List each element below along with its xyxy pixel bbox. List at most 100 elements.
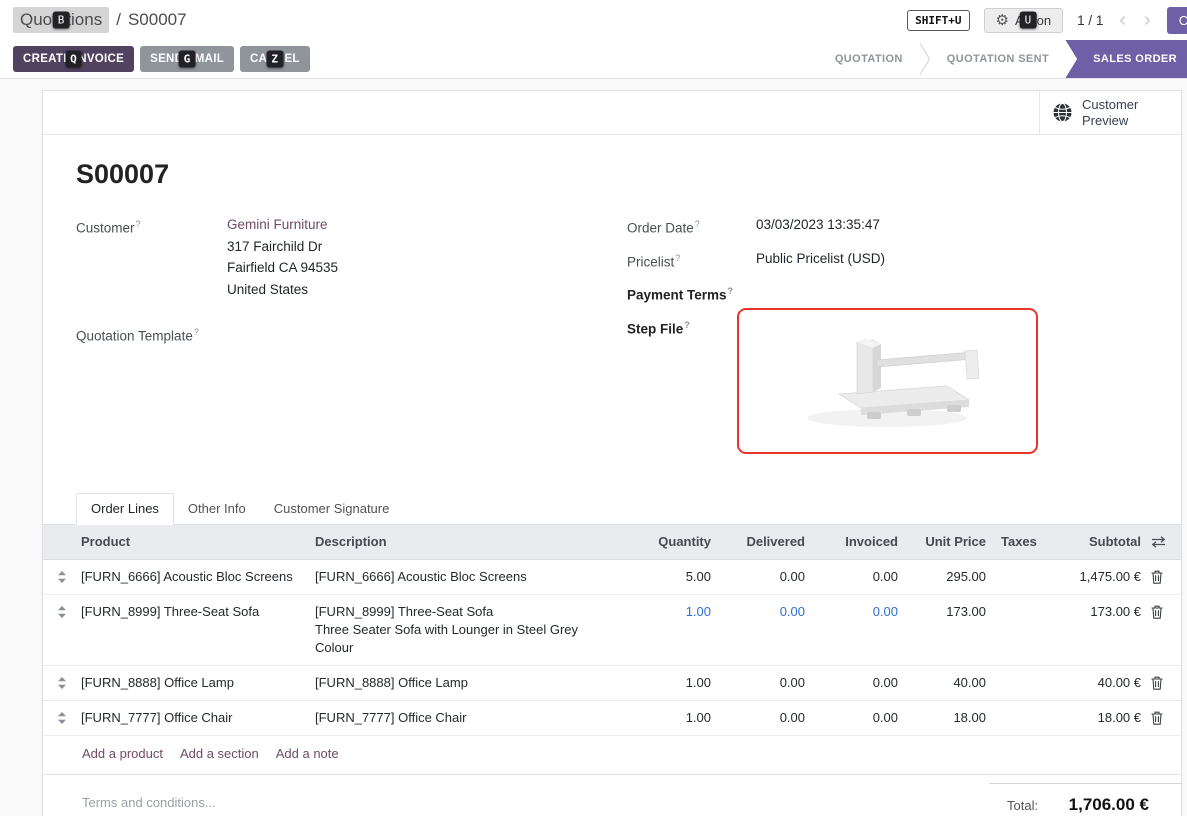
step-file-3d-render: [777, 326, 997, 436]
customer-link[interactable]: Gemini Furniture: [227, 217, 328, 232]
form-right-column: Order Date? 03/03/2023 13:35:47 Pricelis…: [627, 214, 1148, 463]
main-content: Customer Preview S00007 Customer? Gemini…: [0, 79, 1187, 816]
sheet-body: S00007 Customer? Gemini Furniture 317 Fa…: [43, 135, 1181, 463]
cell-invoiced[interactable]: 0.00: [805, 595, 898, 665]
cell-description[interactable]: [FURN_8999] Three-Seat Sofa Three Seater…: [315, 595, 625, 665]
field-pricelist: Pricelist? Public Pricelist (USD): [627, 248, 1148, 273]
header-delivered[interactable]: Delivered: [711, 525, 805, 559]
cell-description[interactable]: [FURN_6666] Acoustic Bloc Screens: [315, 560, 625, 594]
cell-description[interactable]: [FURN_8888] Office Lamp: [315, 666, 625, 700]
cell-taxes[interactable]: [986, 560, 1041, 594]
add-note-link[interactable]: Add a note: [276, 746, 339, 761]
cell-delivered[interactable]: 0.00: [711, 595, 805, 665]
add-section-link[interactable]: Add a section: [180, 746, 259, 761]
status-step-quotation-sent[interactable]: QUOTATION SENT: [931, 40, 1065, 79]
step-file-label-text: Step File: [627, 321, 683, 336]
cell-product[interactable]: [FURN_8888] Office Lamp: [81, 666, 315, 700]
optional-columns-button[interactable]: [1141, 525, 1183, 559]
drag-handle-icon[interactable]: [43, 560, 81, 594]
cell-unit-price[interactable]: 173.00: [898, 595, 986, 665]
cell-description[interactable]: [FURN_7777] Office Chair: [315, 701, 625, 735]
cell-quantity[interactable]: 1.00: [625, 666, 711, 700]
status-step-quotation[interactable]: QUOTATION: [819, 40, 919, 79]
optional-columns-icon: [1151, 536, 1166, 548]
breadcrumb: Quotations B / S00007: [13, 7, 187, 33]
pager-next-button[interactable]: ›: [1142, 10, 1153, 30]
delete-line-button[interactable]: [1141, 666, 1183, 700]
drag-handle-icon[interactable]: [43, 595, 81, 665]
help-marker: ?: [695, 219, 700, 229]
cell-invoiced[interactable]: 0.00: [805, 560, 898, 594]
send-email-button[interactable]: SEND EMAIL G: [140, 46, 234, 72]
customer-value: Gemini Furniture 317 Fairchild Dr Fairfi…: [227, 214, 338, 300]
table-row[interactable]: [FURN_6666] Acoustic Bloc Screens [FURN_…: [43, 560, 1181, 595]
action-buttons: CREATE INVOICE Q SEND EMAIL G CANCEL Z: [13, 46, 310, 72]
cell-invoiced[interactable]: 0.00: [805, 666, 898, 700]
header-unit-price[interactable]: Unit Price: [898, 525, 986, 559]
table-row[interactable]: [FURN_8999] Three-Seat Sofa [FURN_8999] …: [43, 595, 1181, 666]
cell-subtotal: 18.00 €: [1041, 701, 1141, 735]
customer-address-line: 317 Fairchild Dr: [227, 236, 338, 258]
cell-unit-price[interactable]: 18.00: [898, 701, 986, 735]
globe-icon: [1052, 102, 1073, 123]
header-description[interactable]: Description: [315, 525, 625, 559]
cell-unit-price[interactable]: 40.00: [898, 666, 986, 700]
shortcut-badge-g: G: [179, 51, 196, 68]
order-date-value[interactable]: 03/03/2023 13:35:47: [756, 214, 880, 239]
header-quantity[interactable]: Quantity: [625, 525, 711, 559]
form-fields: Customer? Gemini Furniture 317 Fairchild…: [76, 214, 1148, 463]
shortcut-badge-q: Q: [65, 51, 82, 68]
create-invoice-button[interactable]: CREATE INVOICE Q: [13, 46, 134, 72]
step-file-image[interactable]: [737, 308, 1038, 454]
cancel-button[interactable]: CANCEL Z: [240, 46, 310, 72]
tab-order-lines[interactable]: Order Lines: [76, 493, 174, 525]
breadcrumb-separator: /: [116, 10, 121, 30]
breadcrumb-quotations[interactable]: Quotations B: [13, 7, 109, 33]
cell-delivered[interactable]: 0.00: [711, 701, 805, 735]
cell-quantity[interactable]: 1.00: [625, 701, 711, 735]
cell-taxes[interactable]: [986, 701, 1041, 735]
action-menu-button[interactable]: ⚙ Action U: [984, 8, 1064, 33]
cell-unit-price[interactable]: 295.00: [898, 560, 986, 594]
pricelist-value[interactable]: Public Pricelist (USD): [756, 248, 885, 273]
action-bar: CREATE INVOICE Q SEND EMAIL G CANCEL Z Q…: [0, 40, 1187, 79]
statusbar: QUOTATION QUOTATION SENT SALES ORDER: [819, 40, 1187, 79]
pager-previous-button[interactable]: ‹: [1117, 10, 1128, 30]
shortcut-badge-b: B: [53, 12, 70, 29]
cell-quantity[interactable]: 1.00: [625, 595, 711, 665]
delete-line-button[interactable]: [1141, 701, 1183, 735]
tab-customer-signature[interactable]: Customer Signature: [260, 494, 404, 524]
header-invoiced[interactable]: Invoiced: [805, 525, 898, 559]
cell-product[interactable]: [FURN_8999] Three-Seat Sofa: [81, 595, 315, 665]
drag-handle-icon[interactable]: [43, 701, 81, 735]
cell-quantity[interactable]: 5.00: [625, 560, 711, 594]
delete-line-button[interactable]: [1141, 560, 1183, 594]
customer-preview-link[interactable]: Customer Preview: [1039, 91, 1181, 134]
tab-other-info[interactable]: Other Info: [174, 494, 260, 524]
terms-placeholder[interactable]: Terms and conditions...: [82, 775, 216, 810]
drag-handle-icon[interactable]: [43, 666, 81, 700]
cell-delivered[interactable]: 0.00: [711, 560, 805, 594]
payment-terms-label: Payment Terms?: [627, 281, 756, 306]
corner-button[interactable]: Cl: [1167, 7, 1187, 34]
delete-line-button[interactable]: [1141, 595, 1183, 665]
add-product-link[interactable]: Add a product: [82, 746, 163, 761]
page: Quotations B / S00007 SHIFT+U ⚙ Action U…: [0, 0, 1187, 827]
shortcut-badge-u: U: [1020, 12, 1037, 29]
cell-product[interactable]: [FURN_7777] Office Chair: [81, 701, 315, 735]
cell-taxes[interactable]: [986, 595, 1041, 665]
field-payment-terms: Payment Terms?: [627, 281, 1148, 306]
table-row[interactable]: [FURN_7777] Office Chair [FURN_7777] Off…: [43, 701, 1181, 736]
header-subtotal[interactable]: Subtotal: [1041, 525, 1141, 559]
cell-taxes[interactable]: [986, 666, 1041, 700]
help-marker: ?: [684, 320, 690, 330]
cell-invoiced[interactable]: 0.00: [805, 701, 898, 735]
table-row[interactable]: [FURN_8888] Office Lamp [FURN_8888] Offi…: [43, 666, 1181, 701]
header-product[interactable]: Product: [81, 525, 315, 559]
total-value: 1,706.00 €: [1069, 795, 1149, 815]
header-taxes[interactable]: Taxes: [986, 525, 1041, 559]
status-step-sales-order[interactable]: SALES ORDER: [1065, 40, 1187, 79]
help-marker: ?: [728, 286, 734, 296]
cell-product[interactable]: [FURN_6666] Acoustic Bloc Screens: [81, 560, 315, 594]
cell-delivered[interactable]: 0.00: [711, 666, 805, 700]
